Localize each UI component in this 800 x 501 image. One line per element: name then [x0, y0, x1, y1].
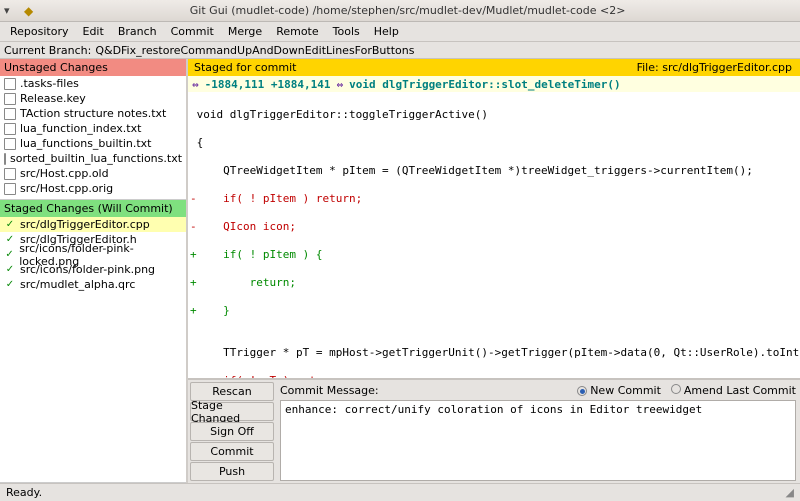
branch-bar: Current Branch: Q&DFix_restoreCommandUpA…	[0, 42, 800, 59]
hunk-at-icon: ⇔	[336, 78, 343, 91]
diff-line: void dlgTriggerEditor::toggleTriggerActi…	[190, 108, 798, 122]
file-name: sorted_builtin_lua_functions.txt	[10, 152, 182, 165]
menu-tools[interactable]: Tools	[327, 23, 366, 40]
file-name: src/Host.cpp.orig	[20, 182, 113, 195]
diff-line: - QIcon icon;	[190, 220, 798, 234]
file-icon	[4, 183, 16, 195]
staged-header: Staged Changes (Will Commit)	[0, 200, 186, 217]
menubar: Repository Edit Branch Commit Merge Remo…	[0, 22, 800, 42]
status-text: Ready.	[6, 486, 42, 499]
diff-line: + if( ! pItem ) {	[190, 248, 798, 262]
radio-amend-commit[interactable]: Amend Last Commit	[671, 384, 796, 397]
file-icon	[4, 168, 16, 180]
unstaged-header: Unstaged Changes	[0, 59, 186, 76]
window-title: Git Gui (mudlet-code) /home/stephen/src/…	[39, 4, 776, 17]
action-buttons: RescanStage ChangedSign OffCommitPush	[188, 380, 276, 483]
list-item[interactable]: ✓ src/mudlet_alpha.qrc	[0, 277, 186, 292]
menu-remote[interactable]: Remote	[270, 23, 324, 40]
file-icon	[4, 108, 16, 120]
check-icon: ✓	[4, 279, 16, 291]
check-icon: ✓	[4, 264, 16, 276]
diff-header-label: Staged for commit	[188, 61, 302, 74]
menu-branch[interactable]: Branch	[112, 23, 163, 40]
list-item[interactable]: src/Host.cpp.old	[0, 166, 186, 181]
diff-view[interactable]: void dlgTriggerEditor::toggleTriggerActi…	[188, 92, 800, 378]
branch-label: Current Branch:	[4, 44, 91, 57]
menu-edit[interactable]: Edit	[77, 23, 110, 40]
file-name: src/icons/folder-pink.png	[20, 263, 155, 276]
check-icon: ✓	[4, 249, 15, 261]
menu-commit[interactable]: Commit	[165, 23, 220, 40]
file-name: TAction structure notes.txt	[20, 107, 166, 120]
radio-new-commit[interactable]: New Commit	[577, 384, 661, 397]
file-name: Release.key	[20, 92, 86, 105]
window-titlebar: ▾ ◆ Git Gui (mudlet-code) /home/stephen/…	[0, 0, 800, 22]
diff-file-label: File: src/dlgTriggerEditor.cpp	[629, 61, 800, 74]
staged-list[interactable]: ✓src/dlgTriggerEditor.cpp✓src/dlgTrigger…	[0, 217, 186, 483]
file-icon	[4, 153, 6, 165]
commit-message-label: Commit Message:	[280, 384, 379, 397]
file-name: lua_functions_builtin.txt	[20, 137, 151, 150]
menu-merge[interactable]: Merge	[222, 23, 268, 40]
hunk-arrows-icon: ⇔	[192, 78, 199, 91]
diff-line: - if( ! pItem ) return;	[190, 192, 798, 206]
list-item[interactable]: .tasks-files	[0, 76, 186, 91]
list-item[interactable]: ✓src/icons/folder-pink-locked.png	[0, 247, 186, 262]
commit-button[interactable]: Commit	[190, 442, 274, 461]
diff-hunk-header: ⇔ -1884,111 +1884,141 ⇔ void dlgTriggerE…	[188, 76, 800, 92]
file-name: src/Host.cpp.old	[20, 167, 109, 180]
file-icon	[4, 93, 16, 105]
list-item[interactable]: lua_functions_builtin.txt	[0, 136, 186, 151]
push-button[interactable]: Push	[190, 462, 274, 481]
diff-line: QTreeWidgetItem * pItem = (QTreeWidgetIt…	[190, 164, 798, 178]
check-icon: ✓	[4, 219, 16, 231]
file-name: src/mudlet_alpha.qrc	[20, 278, 135, 291]
status-bar: Ready. ◢	[0, 483, 800, 501]
diff-line: + return;	[190, 276, 798, 290]
diff-line: TTrigger * pT = mpHost->getTriggerUnit()…	[190, 346, 798, 360]
unstaged-list[interactable]: .tasks-files Release.key TAction structure…	[0, 76, 186, 200]
diff-line: {	[190, 136, 798, 150]
stage-changed-button[interactable]: Stage Changed	[190, 402, 274, 421]
file-name: .tasks-files	[20, 77, 79, 90]
diff-line: + }	[190, 304, 798, 318]
sign-off-button[interactable]: Sign Off	[190, 422, 274, 441]
file-icon	[4, 123, 16, 135]
menu-repository[interactable]: Repository	[4, 23, 75, 40]
commit-message-input[interactable]: enhance: correct/unify coloration of ico…	[280, 400, 796, 481]
git-gui-icon: ◆	[24, 4, 33, 18]
list-item[interactable]: TAction structure notes.txt	[0, 106, 186, 121]
list-item[interactable]: Release.key	[0, 91, 186, 106]
diff-header: Staged for commit File: src/dlgTriggerEd…	[188, 59, 800, 76]
list-item[interactable]: sorted_builtin_lua_functions.txt	[0, 151, 186, 166]
window-menu-icon[interactable]: ▾	[4, 4, 24, 17]
menu-help[interactable]: Help	[368, 23, 405, 40]
file-icon	[4, 78, 16, 90]
resize-grip-icon[interactable]: ◢	[786, 486, 794, 499]
list-item[interactable]: src/Host.cpp.orig	[0, 181, 186, 196]
check-icon: ✓	[4, 234, 16, 246]
file-icon	[4, 138, 16, 150]
file-name: src/dlgTriggerEditor.cpp	[20, 218, 150, 231]
branch-name: Q&DFix_restoreCommandUpAndDownEditLinesF…	[95, 44, 414, 57]
file-name: lua_function_index.txt	[20, 122, 141, 135]
list-item[interactable]: lua_function_index.txt	[0, 121, 186, 136]
list-item[interactable]: ✓ src/dlgTriggerEditor.cpp	[0, 217, 186, 232]
